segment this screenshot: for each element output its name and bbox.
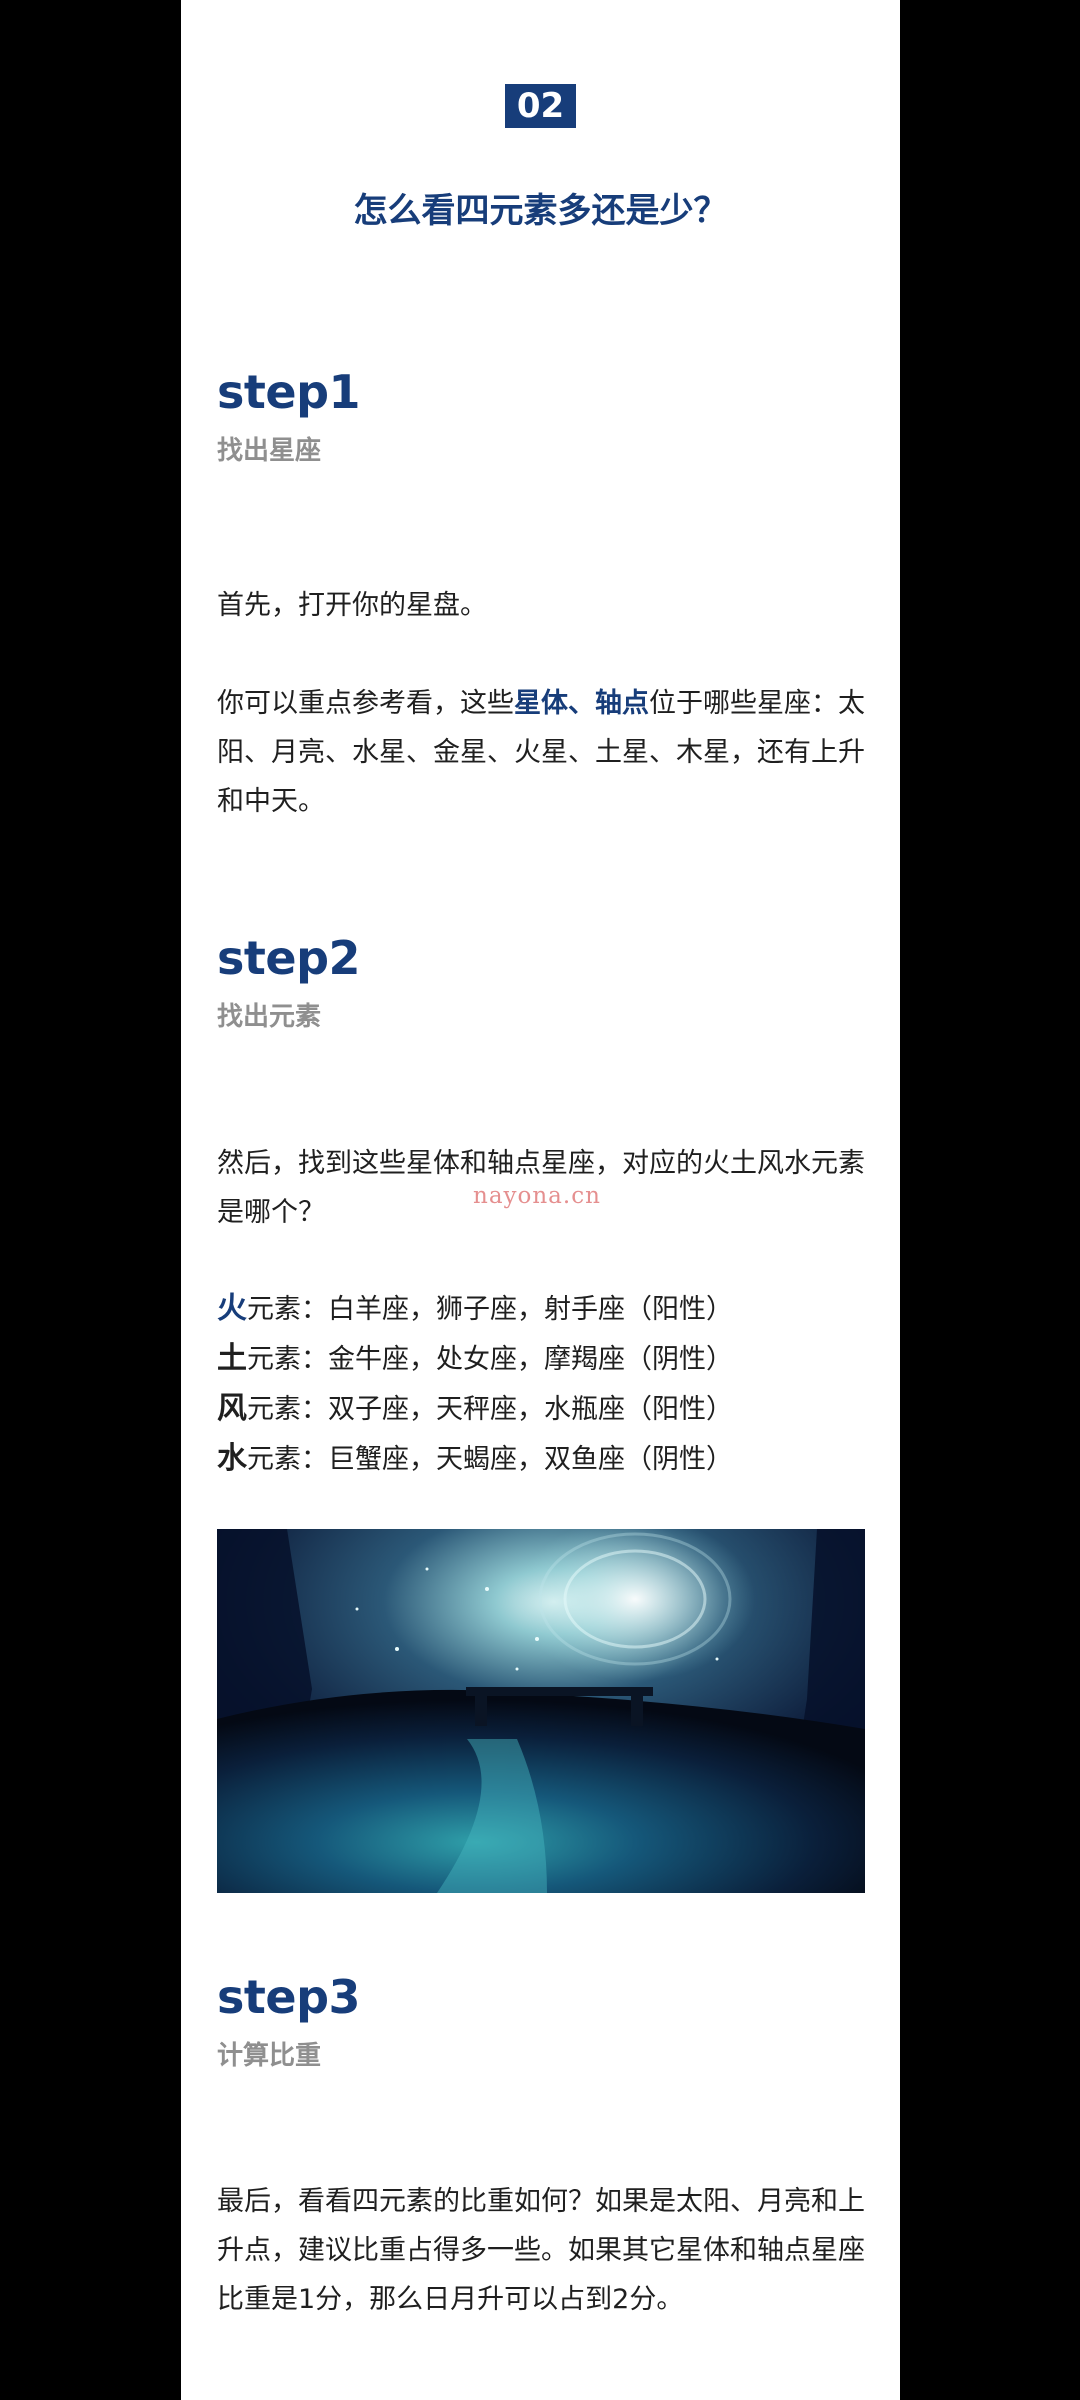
section-number-badge: 02: [505, 84, 576, 128]
element-text-earth: 元素：金牛座，处女座，摩羯座（阴性）: [247, 1344, 733, 1375]
element-item-air: 风元素：双子座，天秤座，水瓶座（阳性）: [217, 1384, 865, 1434]
step1-highlight-bodies-axes: 星体、轴点: [514, 688, 649, 719]
element-text-air: 元素：双子座，天秤座，水瓶座（阳性）: [247, 1394, 733, 1425]
step1-paragraph-1: 首先，打开你的星盘。: [217, 590, 487, 621]
section-title: 怎么看四元素多还是少？: [353, 191, 728, 231]
site-watermark: nayona.cn: [473, 1183, 601, 1209]
step3-heading: step3: [217, 1970, 361, 2024]
step1-subtitle: 找出星座: [217, 436, 322, 466]
element-key-earth: 土: [217, 1341, 247, 1376]
element-text-water: 元素：巨蟹座，天蝎座，双鱼座（阴性）: [247, 1444, 733, 1475]
element-list: 火元素：白羊座，狮子座，射手座（阳性） 土元素：金牛座，处女座，摩羯座（阴性） …: [217, 1284, 865, 1484]
step3-paragraph-1: 最后，看看四元素的比重如何？如果是太阳、月亮和上升点，建议比重占得多一些。如果其…: [217, 2186, 865, 2315]
article-page: 02 怎么看四元素多还是少？ step1 找出星座 首先，打开你的星盘。 你可以…: [181, 0, 900, 2400]
step2-subtitle: 找出元素: [217, 1002, 322, 1032]
element-key-fire: 火: [217, 1291, 247, 1326]
element-item-water: 水元素：巨蟹座，天蝎座，双鱼座（阴性）: [217, 1434, 865, 1484]
step1-heading: step1: [217, 365, 361, 419]
element-text-fire: 元素：白羊座，狮子座，射手座（阳性）: [247, 1294, 733, 1325]
scene-illustration: [217, 1529, 865, 1893]
element-key-air: 风: [217, 1391, 247, 1426]
step2-heading: step2: [217, 931, 361, 985]
element-item-fire: 火元素：白羊座，狮子座，射手座（阳性）: [217, 1284, 865, 1334]
step3-subtitle: 计算比重: [217, 2041, 322, 2071]
step1-paragraph-2-text: 你可以重点参考看，这些: [217, 688, 514, 719]
element-key-water: 水: [217, 1441, 247, 1476]
step1-paragraph-2: 你可以重点参考看，这些星体、轴点位于哪些星座：太阳、月亮、水星、金星、火星、土星…: [217, 679, 865, 826]
moonlit-forest-bench-image: [217, 1529, 865, 1893]
element-item-earth: 土元素：金牛座，处女座，摩羯座（阴性）: [217, 1334, 865, 1384]
